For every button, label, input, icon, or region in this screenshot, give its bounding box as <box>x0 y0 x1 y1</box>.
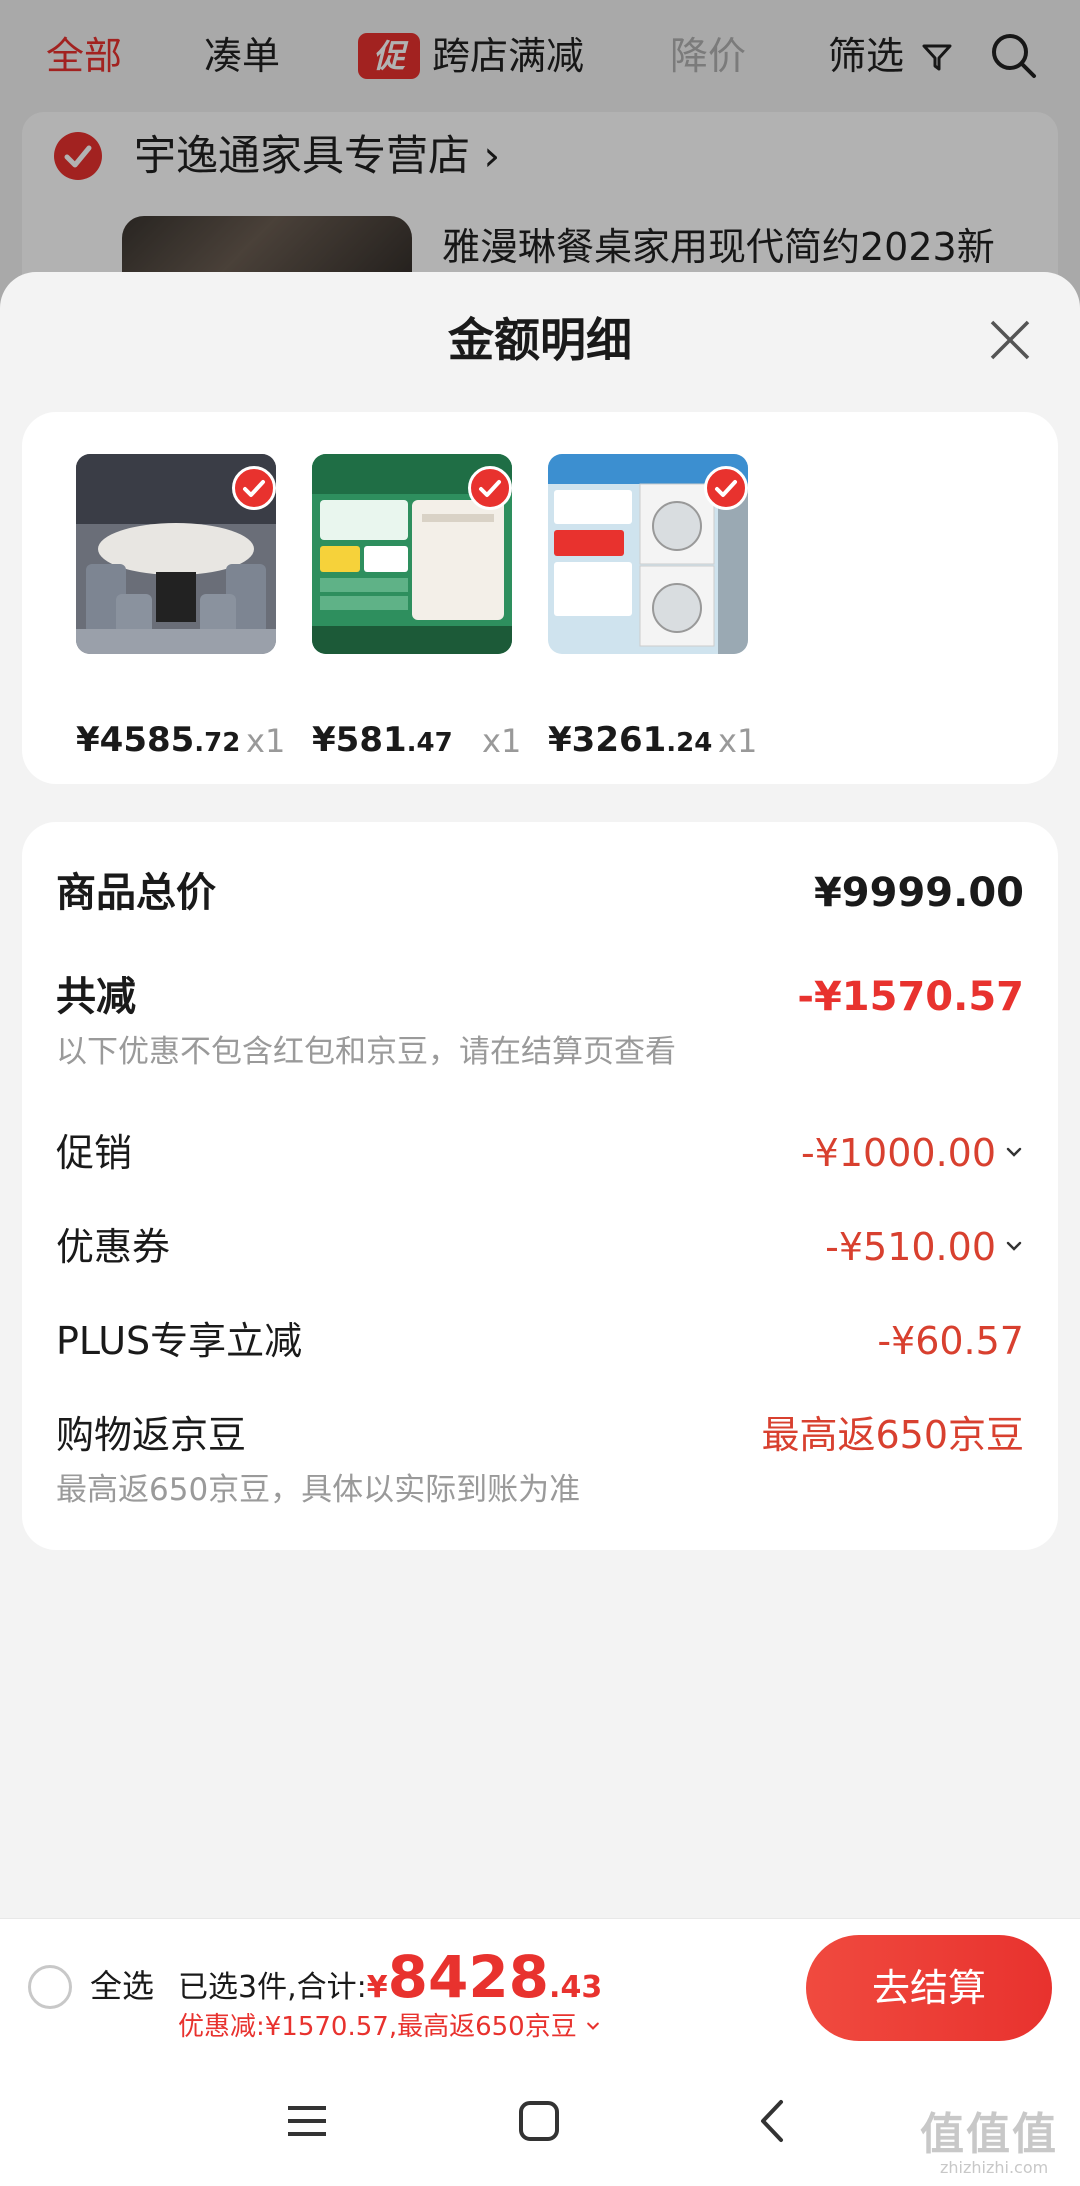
selected-count-text: 已选3件,合计: <box>178 1970 367 2005</box>
jingdou-row: 购物返京豆 最高返650京豆 最高返650京豆，具体以实际到账为准 <box>56 1410 1024 1520</box>
item-qty: x1 <box>718 722 758 760</box>
sheet-title: 金额明细 <box>448 313 632 367</box>
item-price: ¥4585.72 <box>76 720 241 760</box>
system-nav-bar <box>0 2056 1080 2186</box>
checkout-bar: 全选 已选3件,合计:¥8428.43 优惠减:¥1570.57,最高返650京… <box>0 1918 1080 2056</box>
menu-icon[interactable] <box>282 2096 332 2146</box>
item-check-icon[interactable] <box>232 466 276 510</box>
item-washer-dryer[interactable]: ¥3261.24 x1 <box>548 454 757 760</box>
select-all-radio[interactable] <box>28 1965 72 2009</box>
checkout-button[interactable]: 去结算 <box>806 1935 1052 2041</box>
jingdou-label: 购物返京豆 <box>56 1413 247 1457</box>
total-amount-int: 8428 <box>387 1943 550 2011</box>
coupon-value: -¥510.00 <box>825 1222 1024 1272</box>
total-reduction-value: -¥1570.57 <box>797 974 1024 1020</box>
promotion-label: 促销 <box>56 1131 133 1175</box>
chevron-down-icon[interactable] <box>1004 1142 1024 1162</box>
item-price: ¥581.47 <box>312 720 453 760</box>
chevron-down-icon[interactable] <box>585 2018 601 2034</box>
coupon-label: 优惠券 <box>56 1225 171 1269</box>
total-reduction-row: 共减 -¥1570.57 以下优惠不包含红包和京豆，请在结算页查看 <box>56 972 1024 1072</box>
item-qty: x1 <box>246 722 286 760</box>
watermark-url: zhizhizhi.com <box>940 2158 1049 2177</box>
total-price-value: ¥9999.00 <box>813 870 1024 916</box>
total-reduction-label: 共减 <box>56 974 136 1020</box>
total-currency: ¥ <box>366 1970 388 2005</box>
plus-discount-value: -¥60.57 <box>877 1319 1024 1363</box>
item-qty: x1 <box>482 722 522 760</box>
watermark: 值值值 <box>920 2109 1058 2160</box>
jingdou-value: 最高返650京豆 <box>761 1413 1024 1457</box>
item-image-dining-table <box>76 454 276 654</box>
back-icon[interactable] <box>748 2096 798 2146</box>
price-summary-card: 商品总价 ¥9999.00 共减 -¥1570.57 以下优惠不包含红包和京豆，… <box>22 822 1058 1550</box>
item-check-icon[interactable] <box>468 466 512 510</box>
item-image-freezer <box>312 454 512 654</box>
home-icon[interactable] <box>514 2096 564 2146</box>
promotion-value: -¥1000.00 <box>801 1128 1024 1178</box>
item-image-washer-dryer <box>548 454 748 654</box>
jingdou-note: 最高返650京豆，具体以实际到账为准 <box>56 1472 581 1508</box>
plus-discount-label: PLUS专享立减 <box>56 1319 303 1363</box>
item-price: ¥3261.24 <box>548 720 713 760</box>
total-price-label: 商品总价 <box>56 870 216 916</box>
dim-overlay[interactable] <box>0 0 1080 300</box>
item-freezer[interactable]: ¥581.47 x1 <box>312 454 521 760</box>
amount-detail-sheet: 金额明细 ¥4585.72 x1 ¥581.47 x1 ¥3261.24 x1 … <box>0 272 1080 2186</box>
item-check-icon[interactable] <box>704 466 748 510</box>
selected-items-card: ¥4585.72 x1 ¥581.47 x1 ¥3261.24 x1 <box>22 412 1058 784</box>
select-all-label[interactable]: 全选 <box>90 1963 154 2009</box>
item-dining-table[interactable]: ¥4585.72 x1 <box>76 454 285 760</box>
total-amount-dec: .43 <box>549 1970 603 2005</box>
cart-page-background: 全部 凑单 促跨店满减 降价 筛选 宇逸通家具专营店 › 雅漫琳餐桌家用现代简约… <box>0 0 1080 316</box>
chevron-down-icon[interactable] <box>1004 1236 1024 1256</box>
discount-summary[interactable]: 优惠减:¥1570.57,最高返650京豆 <box>178 2009 601 2045</box>
close-icon[interactable] <box>986 316 1034 364</box>
reduction-note: 以下优惠不包含红包和京豆，请在结算页查看 <box>56 1034 676 1070</box>
